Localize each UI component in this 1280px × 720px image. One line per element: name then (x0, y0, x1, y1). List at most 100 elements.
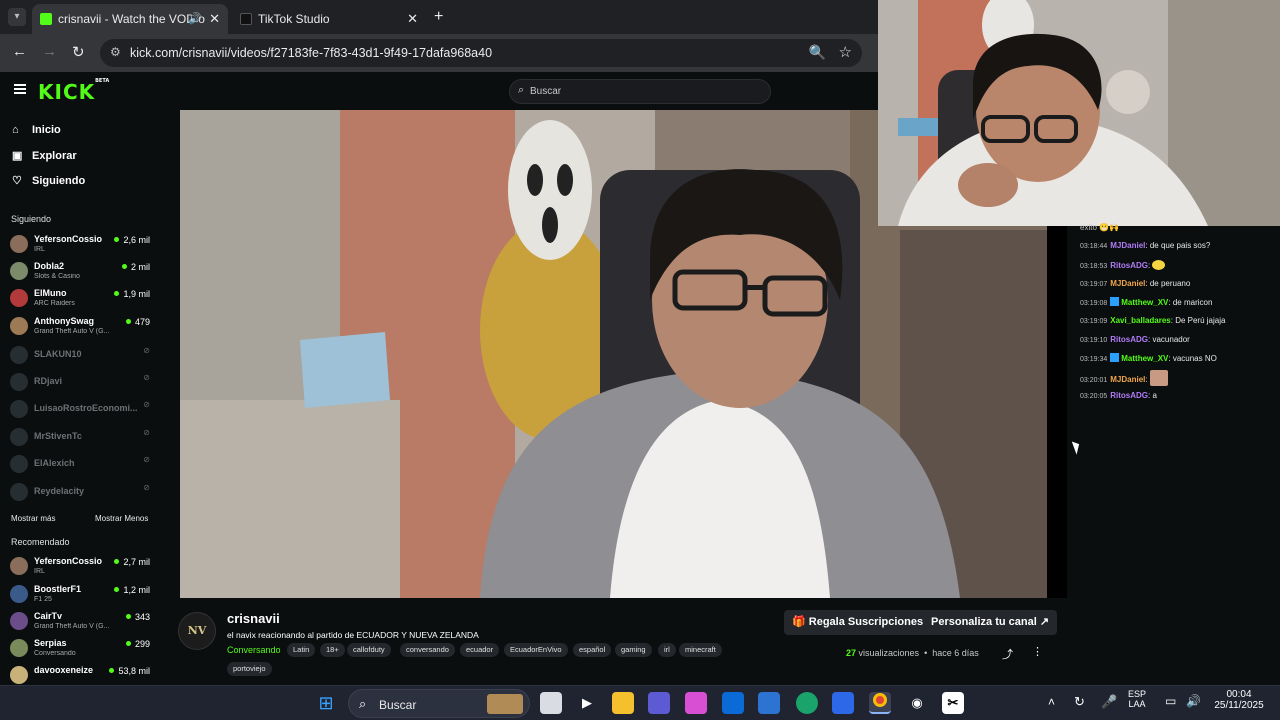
chrome-icon[interactable] (869, 692, 891, 714)
chat-username[interactable]: MJDaniel (1110, 375, 1145, 384)
gift-subs-button[interactable]: 🎁 Regala Suscripciones (784, 610, 932, 635)
search-icon: ⌕ (518, 84, 525, 96)
show-hidden-icons[interactable]: ˄ (1048, 695, 1055, 709)
speaker-icon[interactable]: 🔊 (188, 4, 202, 34)
windows-taskbar: ⊞ ⌕ Buscar ▶ ◉ ✂ ˄ ↻ 🎤 ESP LAA ▭ 🔊 00:04… (0, 685, 1280, 720)
viewer-count: 53,8 mil (109, 666, 150, 676)
tab-title: crisnavii - Watch the VOD o (58, 12, 205, 26)
more-options-icon[interactable]: ⋮ (1032, 645, 1043, 658)
channel-name: YefersonCossio (34, 234, 103, 244)
site-info-icon[interactable]: ⚙ (110, 45, 121, 59)
following-channel-offline[interactable]: SLAKUN10 ⊘ (10, 343, 150, 367)
tab-search-button[interactable]: ▾ (8, 8, 26, 26)
tab-close-icon[interactable]: ✕ (407, 4, 418, 34)
copilot-icon[interactable] (685, 692, 707, 714)
teams-icon[interactable] (648, 692, 670, 714)
obs-icon[interactable]: ◉ (906, 692, 928, 714)
following-channel-offline[interactable]: Reydelacity ⊘ (10, 480, 150, 504)
network-icon[interactable]: ▭ (1165, 694, 1176, 708)
chat-username[interactable]: Xavi_balladares (1110, 316, 1170, 325)
taskbar-search-placeholder: Buscar (379, 698, 417, 712)
recommended-channel[interactable]: CairTv Grand Theft Auto V (G... 343 (10, 609, 150, 633)
task-view-icon[interactable] (540, 692, 562, 714)
taskbar-search-input[interactable]: ⌕ Buscar (348, 689, 530, 718)
nav-siguiendo[interactable]: ♡ Siguiendo (12, 174, 85, 192)
recommended-channel[interactable]: davooxeneize 53,8 mil (10, 663, 150, 685)
menu-icon[interactable] (14, 84, 26, 94)
channel-category: Slots & Casino (34, 273, 80, 280)
nav-inicio[interactable]: ⌂ Inicio (12, 124, 61, 142)
recommended-channel[interactable]: YefersonCossio IRL 2,7 mil (10, 554, 150, 578)
tag[interactable]: minecraft (679, 643, 722, 657)
tag[interactable]: 18+ (320, 643, 345, 657)
channel-name: Reydelacity (34, 486, 85, 496)
edge-icon[interactable] (796, 692, 818, 714)
show-less-link[interactable]: Mostrar Menos (95, 514, 148, 523)
file-explorer-icon[interactable] (612, 692, 634, 714)
following-channel[interactable]: AnthonySwag Grand Theft Auto V (G... 479 (10, 314, 150, 338)
reload-icon[interactable]: ↻ (72, 43, 85, 61)
volume-icon[interactable]: 🔊 (1186, 694, 1201, 708)
address-bar[interactable]: ⚙ kick.com/crisnavii/videos/f27183fe-7f8… (100, 39, 862, 67)
show-more-link[interactable]: Mostrar más (11, 514, 55, 523)
chat-username[interactable]: RitosADG (1110, 335, 1148, 344)
following-channel[interactable]: Dobla2 Slots & Casino 2 mil (10, 259, 150, 283)
microphone-icon[interactable]: 🎤 (1101, 694, 1117, 710)
tag[interactable]: Latin (287, 643, 316, 657)
following-channel-offline[interactable]: RDjavi ⊘ (10, 370, 150, 394)
nav-explorar[interactable]: ▣ Explorar (12, 149, 77, 167)
recommended-channel[interactable]: BoostlerF1 F1 25 1,2 mil (10, 582, 150, 606)
tag[interactable]: español (573, 643, 612, 657)
tab-tiktok[interactable]: TikTok Studio ✕ (232, 4, 426, 34)
language-indicator[interactable]: ESP LAA (1128, 689, 1146, 709)
chat-username[interactable]: RitosADG (1110, 391, 1148, 400)
avatar (10, 373, 28, 391)
customize-channel-button[interactable]: Personaliza tu canal ↗ (923, 610, 1058, 635)
chat-username[interactable]: MJDaniel (1110, 241, 1145, 250)
forward-icon[interactable]: → (42, 43, 57, 60)
tag[interactable]: conversando (400, 643, 455, 657)
following-channel[interactable]: YefersonCossio IRL 2,6 mil (10, 232, 150, 256)
chat-username[interactable]: RitosADG (1110, 261, 1148, 270)
back-icon[interactable]: ← (12, 43, 27, 60)
tag[interactable]: portoviejo (227, 662, 272, 676)
chat-message: 03:19:10 RitosADG: vacunador (1080, 335, 1190, 344)
following-channel-offline[interactable]: ElAlexich ⊘ (10, 452, 150, 476)
store-icon[interactable] (758, 692, 780, 714)
app-icon[interactable] (832, 692, 854, 714)
channel-name[interactable]: crisnavii (227, 611, 280, 626)
offline-icon: ⊘ (143, 400, 150, 409)
explore-icon: ▣ (12, 150, 23, 162)
following-channel-offline[interactable]: MrStivenTc ⊘ (10, 425, 150, 449)
chat-username[interactable]: Matthew_XV (1121, 298, 1168, 307)
recommended-channel[interactable]: Serpias Conversando 299 (10, 636, 150, 660)
chat-username[interactable]: MJDaniel (1110, 279, 1145, 288)
chat-username[interactable]: Matthew_XV (1121, 354, 1168, 363)
tag[interactable]: gaming (615, 643, 652, 657)
channel-name: davooxeneize (34, 665, 94, 675)
tag[interactable]: EcuadorEnVivo (504, 643, 568, 657)
stream-category[interactable]: Conversando (227, 645, 281, 655)
media-player-icon[interactable]: ▶ (576, 692, 598, 714)
outlook-icon[interactable] (722, 692, 744, 714)
tag[interactable]: callofduty (347, 643, 391, 657)
following-channel[interactable]: ElMuno ARC Raiders 1,9 mil (10, 286, 150, 310)
clock[interactable]: 00:04 25/11/2025 (1208, 689, 1270, 711)
search-input[interactable]: ⌕ Buscar (509, 79, 771, 104)
sync-icon[interactable]: ↻ (1074, 694, 1085, 710)
bookmark-star-icon[interactable]: ☆ (839, 43, 852, 61)
share-icon[interactable]: ⤴ (1002, 646, 1013, 662)
tag[interactable]: irl (658, 643, 676, 657)
channel-avatar[interactable]: NV (178, 612, 216, 650)
start-icon[interactable]: ⊞ (315, 692, 337, 714)
following-channel-offline[interactable]: LuisaoRostroEconomi... ⊘ (10, 397, 150, 421)
tab-kick[interactable]: crisnavii - Watch the VOD o 🔊 ✕ (32, 4, 228, 34)
capcut-icon[interactable]: ✂ (942, 692, 964, 714)
kick-logo[interactable]: KICKBETA (38, 78, 109, 104)
tab-close-icon[interactable]: ✕ (209, 4, 220, 34)
zoom-icon[interactable]: 🔍 (809, 44, 826, 61)
chat-panel: exito 😬🙌 03:18:44 MJDaniel: de que pais s… (1067, 223, 1280, 685)
new-tab-icon[interactable]: + (434, 8, 443, 26)
chat-message: 03:19:07 MJDaniel: de peruano (1080, 279, 1191, 288)
tag[interactable]: ecuador (460, 643, 500, 657)
